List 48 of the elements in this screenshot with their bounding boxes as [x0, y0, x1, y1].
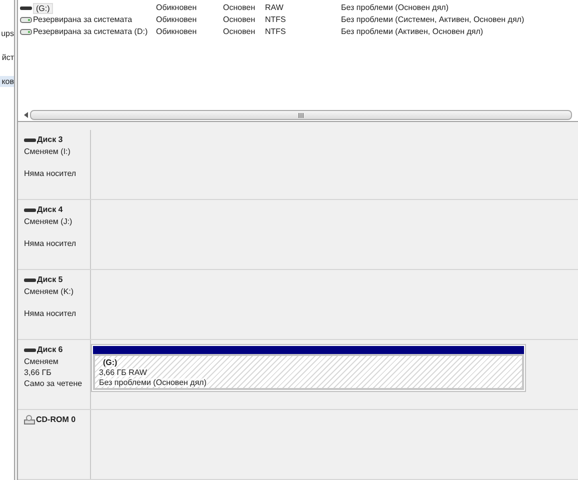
sidebar-item[interactable]: йст: [0, 52, 14, 63]
drive-icon: [20, 6, 32, 10]
disk-name: CD-ROM 0: [36, 414, 76, 426]
media-status: Няма носител: [24, 168, 78, 179]
scroll-left-icon[interactable]: [24, 112, 28, 118]
media-status: Няма носител: [24, 238, 78, 249]
disk-info: Сменяем (I:): [24, 146, 72, 157]
drive-icon: [20, 17, 32, 23]
volume-name[interactable]: (G:): [33, 2, 53, 14]
drive-icon: [24, 348, 36, 352]
horizontal-scrollbar[interactable]: [18, 109, 578, 122]
grip-icon: [298, 112, 304, 118]
sidebar-item[interactable]: ups: [0, 28, 14, 39]
drive-icon: [24, 208, 36, 212]
table-cell: Без проблеми (Системен, Активен, Основен дял): [341, 14, 524, 26]
table-cell-text: Основен: [223, 26, 256, 38]
media-status: Няма носител: [24, 308, 78, 319]
scrollbar-thumb[interactable]: [30, 110, 572, 120]
disk-name: Диск 3: [37, 134, 63, 146]
table-cell: Без проблеми (Основен дял): [341, 2, 449, 14]
volume-name[interactable]: Резервирана за системата (D:): [33, 26, 148, 38]
partition-status: Без проблеми (Основен дял): [99, 378, 207, 387]
disk-info: Сменяем (K:): [24, 286, 75, 297]
cd-drive-icon: [24, 415, 35, 425]
table-cell-text: Обикновен: [156, 14, 198, 26]
drive-icon: [24, 278, 36, 282]
table-cell-text: RAW: [265, 2, 284, 14]
table-cell-text: NTFS: [265, 26, 287, 38]
sidebar-item[interactable]: ков: [0, 76, 14, 87]
disk-name: Диск 4: [37, 204, 63, 216]
disk-info: Сменяем (J:): [24, 216, 74, 227]
table-cell-text: Основен: [223, 14, 256, 26]
table-cell-text: Обикновен: [156, 2, 198, 14]
drive-icon: [24, 138, 36, 142]
volume-name[interactable]: Резервирана за системата: [33, 14, 132, 26]
disk-info: 3,66 ГБ: [24, 367, 52, 378]
table-cell-text: NTFS: [265, 14, 287, 26]
partition-name: (G:): [103, 358, 118, 367]
table-cell: Без проблеми (Активен, Основен дял): [341, 26, 484, 38]
drive-icon: [20, 29, 32, 35]
disk-info: Само за четене: [24, 378, 84, 389]
partition-size: 3,66 ГБ RAW: [99, 368, 147, 377]
disk-name: Диск 5: [37, 274, 63, 286]
table-cell-text: Обикновен: [156, 26, 198, 38]
disk-info: Сменяем: [24, 356, 60, 367]
partition-block[interactable]: (G:) 3,66 ГБ RAW Без проблеми (Основен дял): [91, 344, 526, 392]
disk-name: Диск 6: [37, 344, 63, 356]
table-cell-text: Основен: [223, 2, 256, 14]
